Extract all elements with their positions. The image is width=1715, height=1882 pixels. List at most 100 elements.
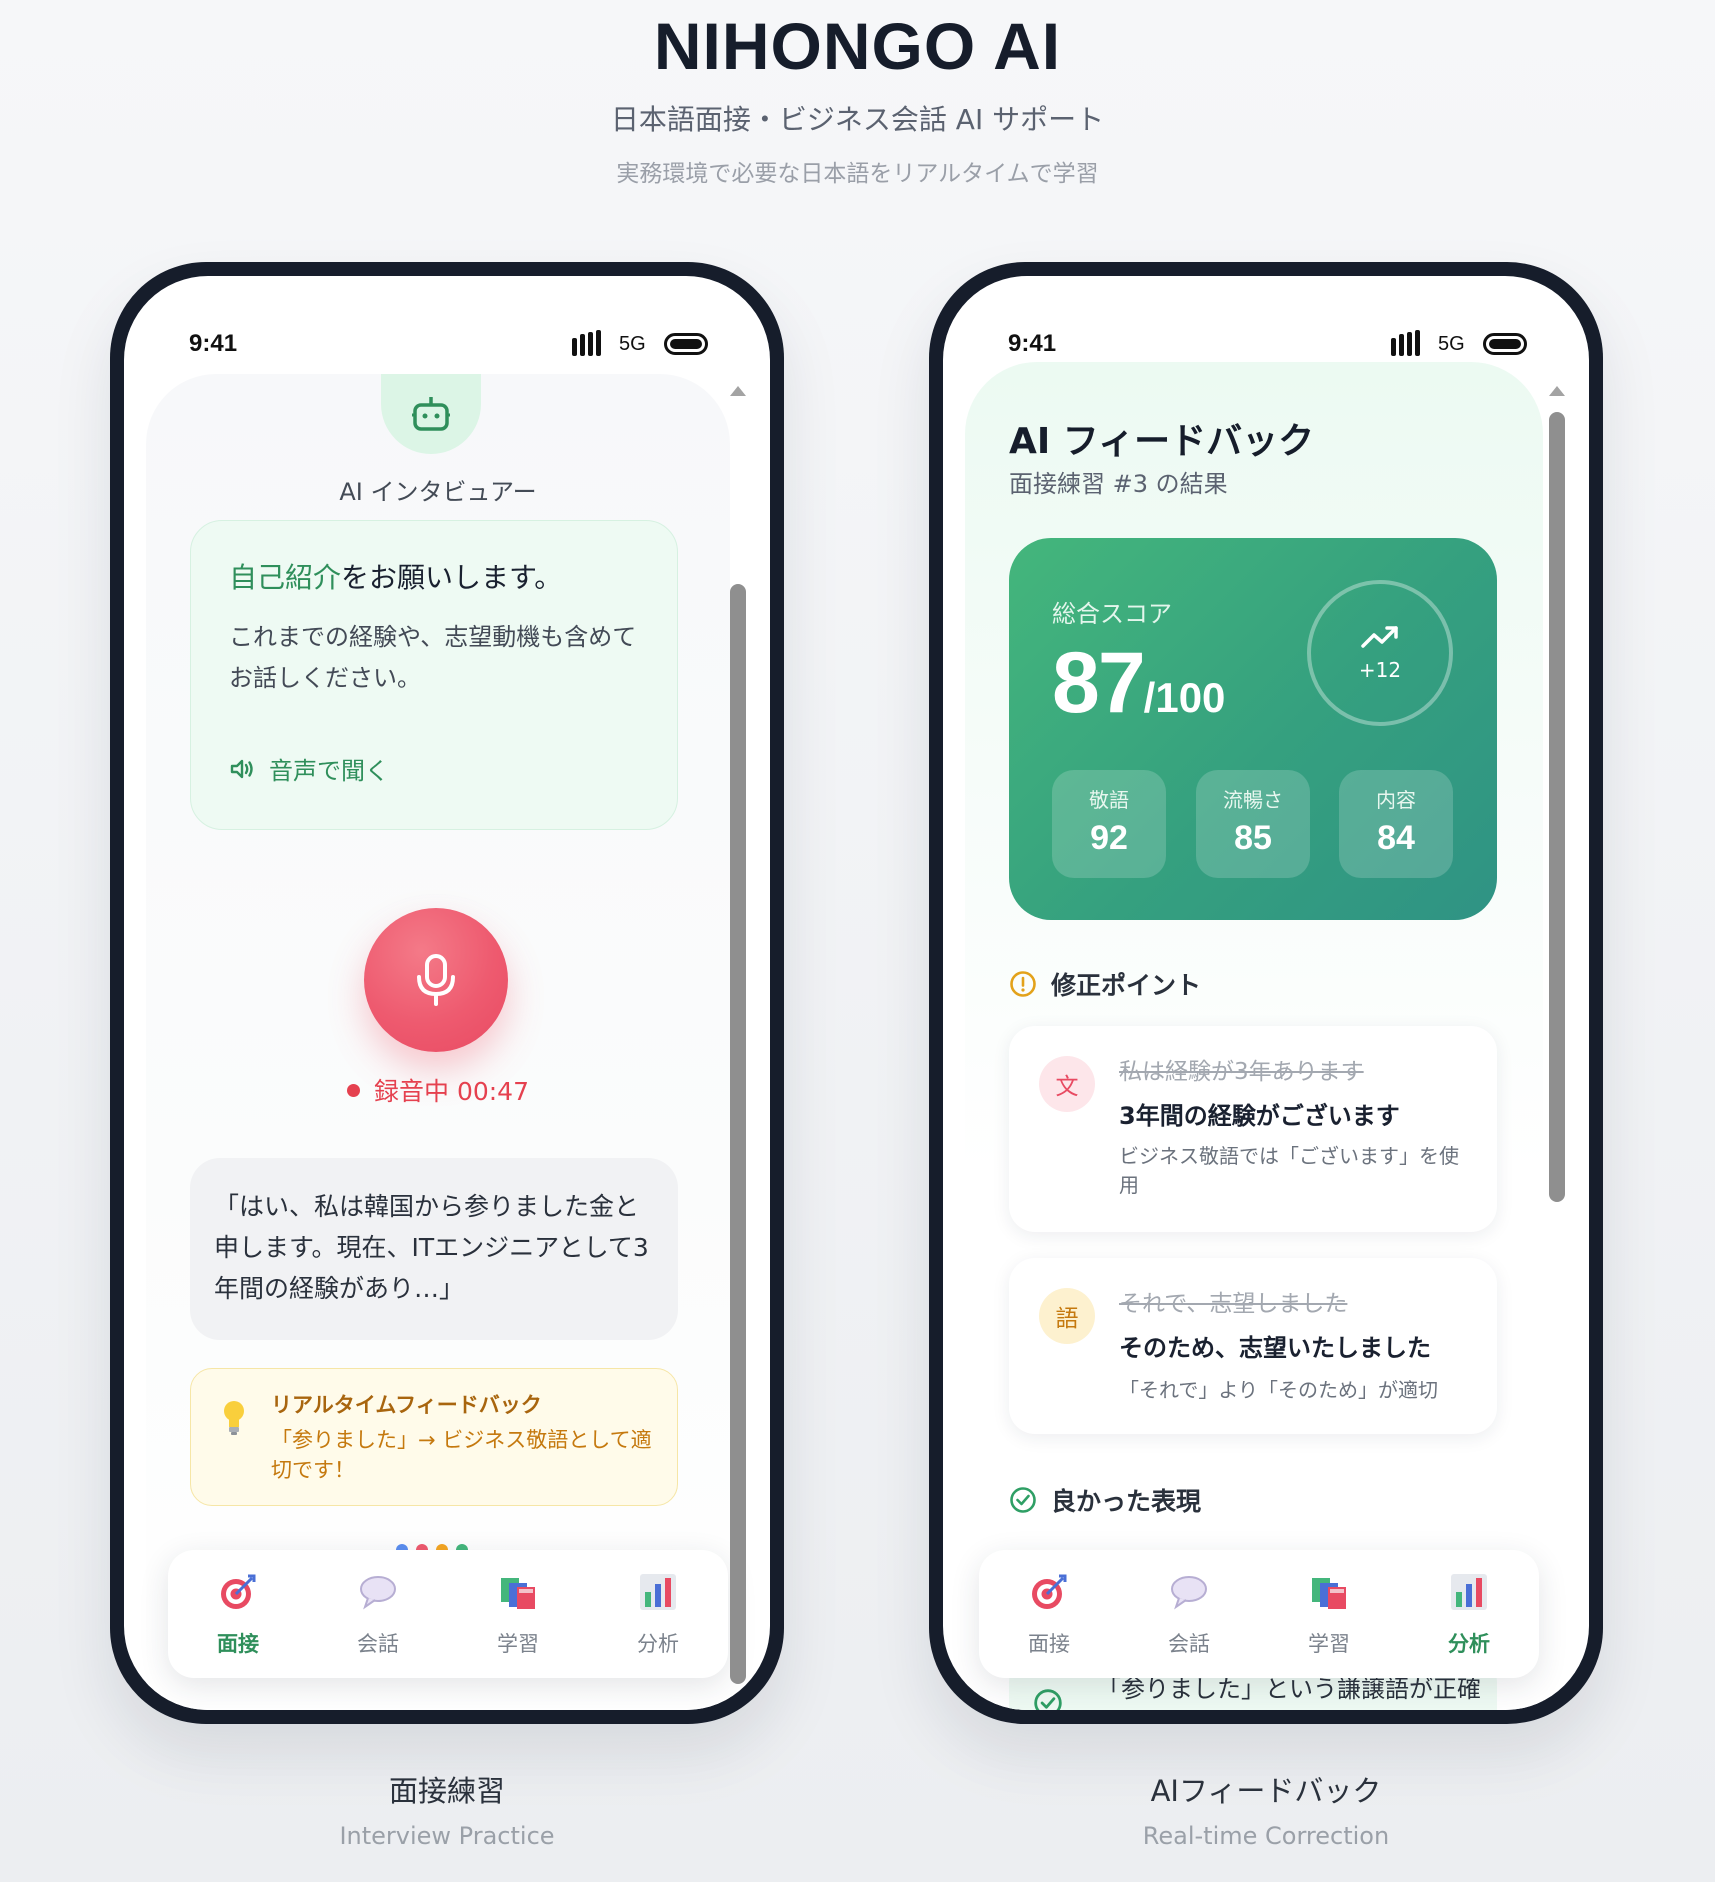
recording-dot-icon	[347, 1084, 360, 1097]
tab-analysis[interactable]: 分析	[1399, 1550, 1539, 1678]
interviewer-label: AI インタビュアー	[339, 478, 537, 506]
sub-score-label: 内容	[1376, 788, 1416, 812]
status-bar: 9:41 5G	[943, 276, 1589, 366]
app-subtitle: 日本語面接・ビジネス会話 AI サポート	[610, 103, 1105, 136]
bar-chart-icon	[636, 1570, 680, 1614]
record-button[interactable]	[364, 908, 508, 1052]
alert-circle-icon	[1010, 971, 1036, 997]
battery-icon	[1483, 333, 1527, 355]
page-header: NIHONGO AI 日本語面接・ビジネス会話 AI サポート 実務環境で必要な…	[0, 0, 1715, 188]
status-bar: 9:41 5G	[124, 276, 770, 366]
score-card: 総合スコア 87/100 +12 敬語 92 流暢さ 85 内容 84	[1009, 538, 1497, 920]
transcript-bubble: 「はい、私は韓国から参りました金と申します。現在、ITエンジニアとして3年間の経…	[190, 1158, 678, 1340]
correction-suggested: 3年間の経験がございます	[1119, 1102, 1400, 1130]
sub-score-value: 84	[1377, 819, 1415, 857]
tab-conversation[interactable]: 会話	[308, 1550, 448, 1678]
tab-study[interactable]: 学習	[1259, 1550, 1399, 1678]
tab-conversation-label: 会話	[1168, 1632, 1210, 1656]
scroll-thumb[interactable]	[1549, 412, 1565, 1202]
tab-interview-label: 面接	[217, 1632, 259, 1656]
signal-icon	[1391, 330, 1420, 356]
score-label: 総合スコア	[1052, 600, 1172, 628]
sub-score-label: 流暢さ	[1223, 788, 1283, 812]
caption-title: 面接練習	[388, 1774, 505, 1808]
correction-card[interactable]: 文 私は経験が3年あります 3年間の経験がございます ビジネス敬語では「ございま…	[1009, 1026, 1497, 1232]
scrollbar[interactable]	[730, 386, 746, 1696]
interview-screen: 9:41 5G AI インタビュアー 自己紹介をお願いします。 これまでの経験や…	[124, 276, 770, 1710]
scroll-up-arrow-icon[interactable]	[730, 386, 746, 396]
tab-conversation[interactable]: 会話	[1119, 1550, 1259, 1678]
correction-suggested: そのため、志望いたしました	[1119, 1334, 1431, 1362]
network-label: 5G	[619, 333, 646, 355]
tab-interview-label: 面接	[1028, 1632, 1070, 1656]
tab-analysis-label: 分析	[637, 1632, 679, 1656]
app-tagline: 実務環境で必要な日本語をリアルタイムで学習	[616, 161, 1099, 187]
scroll-up-arrow-icon[interactable]	[1549, 386, 1565, 396]
check-circle-icon	[1010, 1487, 1036, 1513]
signal-icon	[572, 330, 601, 356]
good-expressions-heading: 良かった表現	[1009, 1482, 1201, 1518]
realtime-feedback-card: リアルタイムフィードバック 「参りました」→ ビジネス敬語として適切です！	[190, 1368, 678, 1506]
feedback-screen: 9:41 5G AI フィードバック 面接練習 #3 の結果 総合スコア 87/…	[943, 276, 1589, 1710]
correction-note: ビジネス敬語では「ございます」を使用	[1119, 1144, 1459, 1197]
good-expressions-label: 良かった表現	[1051, 1487, 1202, 1516]
tab-bar: 面接 会話 学習 分析	[168, 1550, 728, 1678]
sub-score-keigo: 敬語 92	[1052, 770, 1166, 878]
tab-analysis-label: 分析	[1448, 1632, 1490, 1656]
caption-interview: 面接練習 Interview Practice	[110, 1768, 784, 1850]
sub-score-content: 内容 84	[1339, 770, 1453, 878]
network-label: 5G	[1438, 333, 1465, 355]
corrections-heading: 修正ポイント	[1009, 966, 1201, 1002]
question-card: 自己紹介をお願いします。 これまでの経験や、志望動機も含めてお話しください。 音…	[190, 520, 678, 830]
vocabulary-badge-icon: 語	[1039, 1288, 1095, 1344]
recording-label: 録音中 00:47	[374, 1077, 529, 1106]
check-circle-icon	[1034, 1689, 1062, 1710]
sub-score-label: 敬語	[1089, 788, 1129, 812]
realtime-feedback-body: 「参りました」→ ビジネス敬語として適切です！	[271, 1428, 652, 1482]
tab-conversation-label: 会話	[357, 1632, 399, 1656]
question-title-rest: をお願いします。	[341, 561, 563, 594]
corrections-heading-label: 修正ポイント	[1051, 971, 1202, 1000]
tab-interview[interactable]: 面接	[168, 1550, 308, 1678]
correction-original: 私は経験が3年あります	[1119, 1059, 1364, 1085]
tab-study-label: 学習	[1308, 1632, 1350, 1656]
realtime-feedback-title: リアルタイムフィードバック	[271, 1393, 542, 1417]
correction-original: それで、志望しました	[1119, 1291, 1348, 1317]
speaker-icon	[230, 759, 253, 778]
scroll-thumb[interactable]	[730, 584, 746, 1684]
target-icon	[216, 1570, 260, 1614]
tab-bar: 面接 会話 学習 分析	[979, 1550, 1539, 1678]
speech-bubble-icon	[356, 1570, 400, 1614]
question-title: 自己紹介をお願いします。	[229, 561, 639, 595]
tab-study[interactable]: 学習	[448, 1550, 588, 1678]
app-title: NIHONGO AI	[653, 9, 1062, 83]
books-icon	[1307, 1570, 1351, 1614]
phone-interview: 9:41 5G AI インタビュアー 自己紹介をお願いします。 これまでの経験や…	[110, 262, 784, 1724]
score-delta: +12	[1358, 658, 1402, 682]
overall-score: 87/100	[1052, 634, 1225, 733]
trend-up-icon	[1361, 626, 1398, 648]
caption-feedback: AIフィードバック Real-time Correction	[929, 1768, 1603, 1850]
sub-score-value: 85	[1234, 819, 1272, 857]
correction-card[interactable]: 語 それで、志望しました そのため、志望いたしました 「それで」より「そのため」…	[1009, 1258, 1497, 1434]
score-delta-ring: +12	[1307, 580, 1453, 726]
score-value: 87	[1052, 635, 1146, 731]
bar-chart-icon	[1447, 1570, 1491, 1614]
scrollbar[interactable]	[1549, 386, 1565, 1696]
battery-icon	[664, 333, 708, 355]
grammar-badge-icon: 文	[1039, 1056, 1095, 1112]
sub-score-fluency: 流暢さ 85	[1196, 770, 1310, 878]
tab-analysis[interactable]: 分析	[588, 1550, 728, 1678]
listen-button[interactable]: 音声で聞く	[229, 751, 389, 786]
caption-subtitle: Interview Practice	[339, 1822, 555, 1850]
lightbulb-icon	[224, 1401, 244, 1435]
question-highlight: 自己紹介	[229, 561, 342, 594]
tab-interview[interactable]: 面接	[979, 1550, 1119, 1678]
caption-title: AIフィードバック	[1150, 1774, 1382, 1808]
microphone-icon	[417, 954, 455, 1006]
speech-bubble-icon	[1167, 1570, 1211, 1614]
caption-subtitle: Real-time Correction	[1142, 1822, 1390, 1850]
feedback-subtitle: 面接練習 #3 の結果	[1009, 470, 1228, 498]
books-icon	[496, 1570, 540, 1614]
feedback-title: AI フィードバック	[1009, 421, 1315, 462]
